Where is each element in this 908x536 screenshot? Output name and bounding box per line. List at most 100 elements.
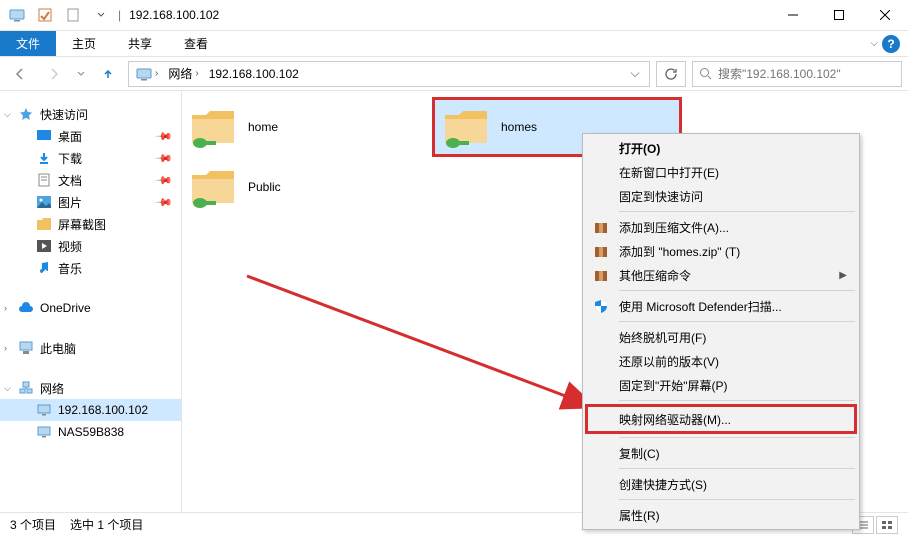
ribbon-expand-icon[interactable]: ⌵: [870, 38, 878, 49]
ctx-open-new[interactable]: 在新窗口中打开(E): [585, 160, 857, 184]
properties-qat-icon[interactable]: [34, 4, 56, 26]
tab-share[interactable]: 共享: [112, 31, 168, 56]
nav-host2[interactable]: NAS59B838: [0, 421, 181, 443]
folder-public[interactable]: Public: [182, 157, 432, 217]
submenu-arrow-icon: ▶: [839, 270, 847, 281]
new-folder-qat-icon[interactable]: [62, 4, 84, 26]
ctx-map-drive[interactable]: 映射网络驱动器(M)...: [585, 404, 857, 434]
monitor-icon: [36, 402, 52, 418]
nav-videos[interactable]: 视频: [0, 235, 181, 257]
expand-icon[interactable]: ⌵: [4, 109, 11, 120]
search-input[interactable]: [718, 67, 895, 81]
address-dropdown-icon[interactable]: ⌵: [625, 66, 645, 81]
address-root-icon[interactable]: ›: [133, 67, 161, 81]
nav-host1[interactable]: 192.168.100.102: [0, 399, 181, 421]
ctx-separator: [619, 211, 855, 212]
quick-access-toolbar: | 192.168.100.102: [0, 0, 219, 30]
title-separator: |: [118, 8, 121, 22]
folder-home[interactable]: home: [182, 97, 432, 157]
nav-onedrive[interactable]: ›OneDrive: [0, 297, 181, 319]
context-menu: 打开(O) 在新窗口中打开(E) 固定到快速访问 添加到压缩文件(A)... 添…: [582, 133, 860, 530]
tab-file[interactable]: 文件: [0, 31, 56, 56]
folder-label: homes: [501, 120, 537, 134]
ctx-separator: [619, 468, 855, 469]
nav-downloads[interactable]: 下载📌: [0, 147, 181, 169]
download-icon: [36, 150, 52, 166]
ctx-open[interactable]: 打开(O): [585, 136, 857, 160]
ctx-restore-prev[interactable]: 还原以前的版本(V): [585, 349, 857, 373]
status-selected: 选中 1 个项目: [70, 516, 143, 533]
titlebar: | 192.168.100.102: [0, 0, 908, 31]
pc-icon: [18, 340, 34, 356]
nav-forward-button[interactable]: [40, 61, 68, 87]
help-icon[interactable]: ?: [882, 35, 900, 53]
document-icon: [36, 172, 52, 188]
ctx-add-zip[interactable]: 添加到 "homes.zip" (T): [585, 239, 857, 263]
pin-icon: 📌: [155, 127, 174, 146]
tab-home[interactable]: 主页: [56, 31, 112, 56]
ctx-copy[interactable]: 复制(C): [585, 441, 857, 465]
address-row: › 网络 › 192.168.100.102 ⌵: [0, 57, 908, 91]
nav-this-pc[interactable]: ›此电脑: [0, 337, 181, 359]
ctx-pin-quick[interactable]: 固定到快速访问: [585, 184, 857, 208]
address-seg-host[interactable]: 192.168.100.102: [206, 67, 302, 81]
ctx-separator: [619, 437, 855, 438]
window-title: 192.168.100.102: [129, 8, 219, 22]
nav-label: 快速访问: [40, 106, 88, 123]
minimize-button[interactable]: [770, 0, 816, 31]
qat-dropdown-icon[interactable]: [90, 4, 112, 26]
nav-network[interactable]: ⌵网络: [0, 377, 181, 399]
nav-screenshots[interactable]: 屏幕截图: [0, 213, 181, 235]
desktop-icon: [36, 128, 52, 144]
nav-up-button[interactable]: [94, 61, 122, 87]
monitor-icon: [36, 424, 52, 440]
ctx-create-shortcut[interactable]: 创建快捷方式(S): [585, 472, 857, 496]
shared-folder-icon: [190, 167, 236, 207]
navigation-pane: ⌵ 快速访问 桌面📌 下载📌 文档📌 图片📌 屏幕截图 视频 音乐 ›OneDr…: [0, 91, 182, 512]
view-large-button[interactable]: [876, 516, 898, 534]
shared-folder-icon: [190, 107, 236, 147]
search-box[interactable]: [692, 61, 902, 87]
address-seg-network[interactable]: 网络 ›: [165, 65, 201, 82]
star-icon: [18, 106, 34, 122]
ctx-separator: [619, 400, 855, 401]
nav-pictures[interactable]: 图片📌: [0, 191, 181, 213]
network-icon: [18, 380, 34, 396]
app-icon: [6, 4, 28, 26]
ctx-always-offline[interactable]: 始终脱机可用(F): [585, 325, 857, 349]
nav-quick-access[interactable]: ⌵ 快速访问: [0, 103, 181, 125]
address-bar[interactable]: › 网络 › 192.168.100.102 ⌵: [128, 61, 650, 87]
ctx-separator: [619, 499, 855, 500]
ctx-pin-start[interactable]: 固定到"开始"屏幕(P): [585, 373, 857, 397]
folder-label: home: [248, 120, 278, 134]
close-button[interactable]: [862, 0, 908, 31]
status-count: 3 个项目: [10, 516, 56, 533]
ctx-properties[interactable]: 属性(R): [585, 503, 857, 527]
nav-documents[interactable]: 文档📌: [0, 169, 181, 191]
picture-icon: [36, 194, 52, 210]
tab-view[interactable]: 查看: [168, 31, 224, 56]
expand-icon[interactable]: ⌵: [4, 383, 11, 394]
maximize-button[interactable]: [816, 0, 862, 31]
music-icon: [36, 260, 52, 276]
ctx-add-archive[interactable]: 添加到压缩文件(A)...: [585, 215, 857, 239]
nav-recent-dropdown[interactable]: [74, 61, 88, 87]
ctx-separator: [619, 321, 855, 322]
expand-icon[interactable]: ›: [4, 343, 7, 353]
refresh-button[interactable]: [656, 61, 686, 87]
ctx-separator: [619, 290, 855, 291]
video-icon: [36, 238, 52, 254]
archive-icon: [593, 219, 609, 235]
folder-icon: [36, 216, 52, 232]
nav-desktop[interactable]: 桌面📌: [0, 125, 181, 147]
ctx-defender[interactable]: 使用 Microsoft Defender扫描...: [585, 294, 857, 318]
ribbon-tabs: 文件 主页 共享 查看 ⌵ ?: [0, 31, 908, 57]
expand-icon[interactable]: ›: [4, 303, 7, 313]
ctx-other-archive[interactable]: 其他压缩命令▶: [585, 263, 857, 287]
pin-icon: 📌: [155, 193, 174, 212]
nav-back-button[interactable]: [6, 61, 34, 87]
shield-icon: [593, 298, 609, 314]
nav-music[interactable]: 音乐: [0, 257, 181, 279]
archive-icon: [593, 267, 609, 283]
search-icon: [699, 67, 712, 80]
